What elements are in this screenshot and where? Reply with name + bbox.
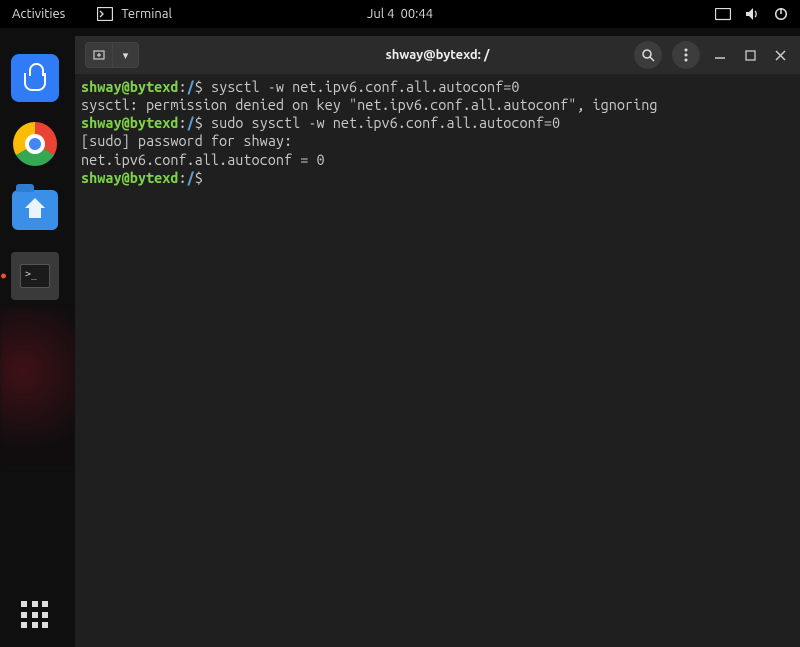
minimize-icon <box>714 49 726 61</box>
dock-item-software[interactable] <box>11 54 59 102</box>
status-area[interactable] <box>715 7 788 21</box>
prompt-symbol: $ <box>195 169 203 186</box>
window-title: shway@bytexd: / <box>386 48 490 62</box>
prompt-userhost: shway@bytexd <box>81 78 178 95</box>
minimize-button[interactable] <box>710 45 730 65</box>
terminal-window: ▾ shway@bytexd: / <box>75 36 800 647</box>
search-button[interactable] <box>634 41 662 69</box>
gnome-topbar: Activities Terminal Jul 4 00:44 <box>0 0 800 28</box>
dock-item-files[interactable] <box>11 186 59 234</box>
prompt-path: / <box>187 169 195 186</box>
new-tab-icon <box>92 48 106 62</box>
activities-button[interactable]: Activities <box>12 7 65 21</box>
search-icon <box>641 48 655 62</box>
output-3: net.ipv6.conf.all.autoconf = 0 <box>81 151 325 168</box>
clock-date: Jul 4 <box>367 7 395 21</box>
power-icon <box>774 7 788 21</box>
folder-icon <box>12 190 58 230</box>
bag-icon <box>24 73 46 91</box>
prompt-symbol: $ <box>195 114 203 131</box>
close-button[interactable] <box>770 45 790 65</box>
maximize-button[interactable] <box>740 45 760 65</box>
prompt-path: / <box>187 78 195 95</box>
output-1: sysctl: permission denied on key "net.ip… <box>81 96 658 113</box>
command-1: sysctl -w net.ipv6.conf.all.autoconf=0 <box>203 78 520 95</box>
app-menu[interactable]: Terminal <box>97 7 172 21</box>
menu-button[interactable] <box>672 41 700 69</box>
desktop: ▾ shway@bytexd: / <box>0 28 800 647</box>
terminal-body[interactable]: shway@bytexd:/$ sysctl -w net.ipv6.conf.… <box>75 74 800 647</box>
prompt-path: / <box>187 114 195 131</box>
prompt-symbol: $ <box>195 78 203 95</box>
show-applications[interactable] <box>0 601 70 629</box>
new-tab-button[interactable] <box>86 43 112 67</box>
chevron-down-icon: ▾ <box>123 49 129 62</box>
new-tab-dropdown[interactable]: ▾ <box>112 43 138 67</box>
prompt-userhost: shway@bytexd <box>81 114 178 131</box>
app-menu-label: Terminal <box>121 7 172 21</box>
maximize-icon <box>745 50 756 61</box>
dock <box>0 28 70 647</box>
volume-icon <box>745 7 760 21</box>
dock-item-chrome[interactable] <box>11 120 59 168</box>
close-icon <box>775 50 786 61</box>
screen-icon <box>715 8 731 21</box>
output-2: [sudo] password for shway: <box>81 132 292 149</box>
terminal-indicator-icon <box>97 7 113 21</box>
prompt-userhost: shway@bytexd <box>81 169 178 186</box>
clock-time: 00:44 <box>401 7 434 21</box>
kebab-icon <box>684 48 688 62</box>
chrome-icon <box>13 122 57 166</box>
new-tab-group: ▾ <box>85 42 139 68</box>
command-2: sudo sysctl -w net.ipv6.conf.all.autocon… <box>203 114 560 131</box>
dock-item-terminal[interactable] <box>11 252 59 300</box>
apps-grid-icon <box>21 601 49 629</box>
terminal-icon <box>11 252 59 300</box>
terminal-titlebar[interactable]: ▾ shway@bytexd: / <box>75 36 800 74</box>
clock[interactable]: Jul 4 00:44 <box>367 7 433 21</box>
